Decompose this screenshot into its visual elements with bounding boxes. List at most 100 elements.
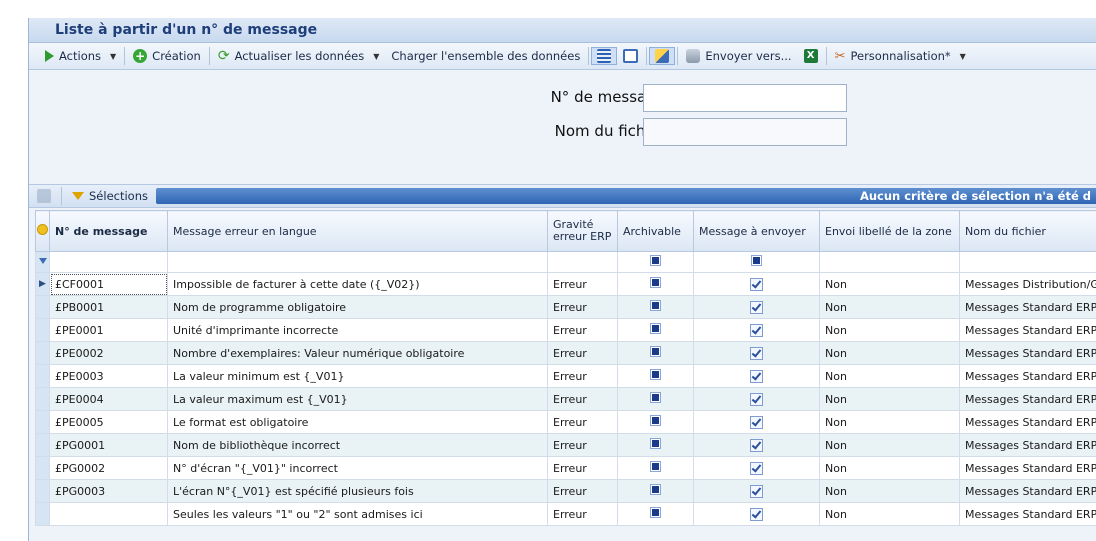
cell-message-no[interactable] xyxy=(49,502,168,526)
to-send-checkbox[interactable] xyxy=(750,392,763,406)
excel-export-button[interactable]: X xyxy=(798,49,824,63)
cell-to-send[interactable] xyxy=(693,456,820,480)
column-header-archivable[interactable]: Archivable xyxy=(617,210,694,252)
table-row[interactable]: £PB0001 Nom de programme obligatoire Erreu… xyxy=(35,295,1096,319)
customize-menu-button[interactable]: ✂ Personnalisation* ▼ xyxy=(829,49,972,64)
table-row[interactable]: Seules les valeurs "1" ou "2" sont admis… xyxy=(35,502,1096,526)
cell-file-name[interactable]: Messages Standard ERP xyxy=(959,456,1096,480)
checkbox-indeterminate[interactable] xyxy=(751,255,762,266)
cell-message-text[interactable]: Seules les valeurs "1" ou "2" sont admis… xyxy=(167,502,548,526)
table-row[interactable]: £PE0005 Le format est obligatoire Erreur No… xyxy=(35,410,1096,434)
cell-to-send[interactable] xyxy=(693,502,820,526)
filter-cell-file-name[interactable] xyxy=(959,251,1096,273)
cell-to-send[interactable] xyxy=(693,318,820,342)
cell-to-send[interactable] xyxy=(693,272,820,296)
cell-to-send[interactable] xyxy=(693,433,820,457)
archivable-checkbox[interactable] xyxy=(650,300,661,311)
send-to-button[interactable]: Envoyer vers... xyxy=(680,49,797,63)
actions-menu-button[interactable]: Actions ▼ xyxy=(39,49,122,63)
cell-message-no[interactable]: £PB0001 xyxy=(49,295,168,319)
to-send-checkbox[interactable] xyxy=(750,461,763,475)
filter-cell-message-no[interactable] xyxy=(49,251,168,273)
to-send-checkbox[interactable] xyxy=(750,277,763,291)
cell-severity[interactable]: Erreur xyxy=(547,502,618,526)
cell-to-send[interactable] xyxy=(693,364,820,388)
to-send-checkbox[interactable] xyxy=(750,438,763,452)
cell-message-text[interactable]: N° d'écran "{_V01}" incorrect xyxy=(167,456,548,480)
cell-message-no[interactable]: £PG0002 xyxy=(49,456,168,480)
column-header-file-name[interactable]: Nom du fichier xyxy=(959,210,1096,252)
cell-archivable[interactable] xyxy=(617,502,694,526)
table-row[interactable]: £PE0002 Nombre d'exemplaires: Valeur numé… xyxy=(35,341,1096,365)
grid-view-button[interactable] xyxy=(591,47,618,65)
export-button[interactable] xyxy=(649,47,676,65)
column-header-to-send[interactable]: Message à envoyer xyxy=(693,210,820,252)
to-send-checkbox[interactable] xyxy=(750,346,763,360)
cell-severity[interactable]: Erreur xyxy=(547,364,618,388)
cell-send-label[interactable]: Non xyxy=(819,341,960,365)
archivable-checkbox[interactable] xyxy=(650,461,661,472)
cell-file-name[interactable]: Messages Standard ERP xyxy=(959,387,1096,411)
archivable-checkbox[interactable] xyxy=(650,392,661,403)
to-send-checkbox[interactable] xyxy=(750,415,763,429)
table-row[interactable]: ▶ £CF0001 Impossible de facturer à cette d… xyxy=(35,272,1096,296)
cell-archivable[interactable] xyxy=(617,387,694,411)
cell-severity[interactable]: Erreur xyxy=(547,433,618,457)
cell-archivable[interactable] xyxy=(617,318,694,342)
cell-severity[interactable]: Erreur xyxy=(547,295,618,319)
cell-file-name[interactable]: Messages Standard ERP xyxy=(959,502,1096,526)
cell-file-name[interactable]: Messages Standard ERP xyxy=(959,341,1096,365)
column-header-message-no[interactable]: N° de message xyxy=(49,210,168,252)
to-send-checkbox[interactable] xyxy=(750,300,763,314)
column-header-severity[interactable]: Gravité erreur ERP xyxy=(547,210,618,252)
to-send-checkbox[interactable] xyxy=(750,507,763,521)
cell-message-text[interactable]: L'écran N°{_V01} est spécifié plusieurs … xyxy=(167,479,548,503)
table-row[interactable]: £PG0001 Nom de bibliothèque incorrect Erre… xyxy=(35,433,1096,457)
cell-to-send[interactable] xyxy=(693,387,820,411)
cell-archivable[interactable] xyxy=(617,479,694,503)
load-all-data-button[interactable]: Charger l'ensemble des données xyxy=(385,49,586,63)
cell-message-text[interactable]: La valeur maximum est {_V01} xyxy=(167,387,548,411)
cell-to-send[interactable] xyxy=(693,295,820,319)
cell-message-text[interactable]: Nombre d'exemplaires: Valeur numérique o… xyxy=(167,341,548,365)
cell-message-text[interactable]: Le format est obligatoire xyxy=(167,410,548,434)
column-header-send-label[interactable]: Envoi libellé de la zone xyxy=(819,210,960,252)
cell-message-no[interactable]: £PE0002 xyxy=(49,341,168,365)
to-send-checkbox[interactable] xyxy=(750,484,763,498)
filter-cell-send-label[interactable] xyxy=(819,251,960,273)
filter-cell-severity[interactable] xyxy=(547,251,618,273)
to-send-checkbox[interactable] xyxy=(750,323,763,337)
archivable-checkbox[interactable] xyxy=(650,323,661,334)
cell-file-name[interactable]: Messages Standard ERP xyxy=(959,433,1096,457)
cell-message-text[interactable]: Nom de programme obligatoire xyxy=(167,295,548,319)
cell-send-label[interactable]: Non xyxy=(819,502,960,526)
cell-message-text[interactable]: Nom de bibliothèque incorrect xyxy=(167,433,548,457)
table-row[interactable]: £PE0003 La valeur minimum est {_V01} Erreu… xyxy=(35,364,1096,388)
archivable-checkbox[interactable] xyxy=(650,369,661,380)
selections-button[interactable]: Sélections xyxy=(64,189,156,203)
cell-message-no[interactable]: £PE0005 xyxy=(49,410,168,434)
archivable-checkbox[interactable] xyxy=(650,507,661,518)
cell-send-label[interactable]: Non xyxy=(819,387,960,411)
cell-message-text[interactable]: La valeur minimum est {_V01} xyxy=(167,364,548,388)
cell-send-label[interactable]: Non xyxy=(819,433,960,457)
clear-selection-button[interactable] xyxy=(29,189,59,203)
archivable-checkbox[interactable] xyxy=(650,438,661,449)
filter-cell-message-text[interactable] xyxy=(167,251,548,273)
cell-archivable[interactable] xyxy=(617,341,694,365)
checkbox-indeterminate[interactable] xyxy=(650,255,661,266)
cell-file-name[interactable]: Messages Standard ERP xyxy=(959,410,1096,434)
cell-message-no[interactable]: £PG0003 xyxy=(49,479,168,503)
cell-file-name[interactable]: Messages Standard ERP xyxy=(959,295,1096,319)
message-no-field[interactable] xyxy=(643,84,847,112)
cell-file-name[interactable]: Messages Standard ERP xyxy=(959,318,1096,342)
cell-send-label[interactable]: Non xyxy=(819,456,960,480)
form-view-button[interactable] xyxy=(617,49,644,63)
archivable-checkbox[interactable] xyxy=(650,277,661,288)
table-row[interactable]: £PE0004 La valeur maximum est {_V01} Erreu… xyxy=(35,387,1096,411)
cell-message-no[interactable]: £PG0001 xyxy=(49,433,168,457)
file-name-field[interactable] xyxy=(643,118,847,146)
cell-message-no[interactable]: £PE0001 xyxy=(49,318,168,342)
refresh-data-button[interactable]: ⟳ Actualiser les données ▼ xyxy=(212,48,386,64)
create-button[interactable]: + Création xyxy=(127,49,207,63)
